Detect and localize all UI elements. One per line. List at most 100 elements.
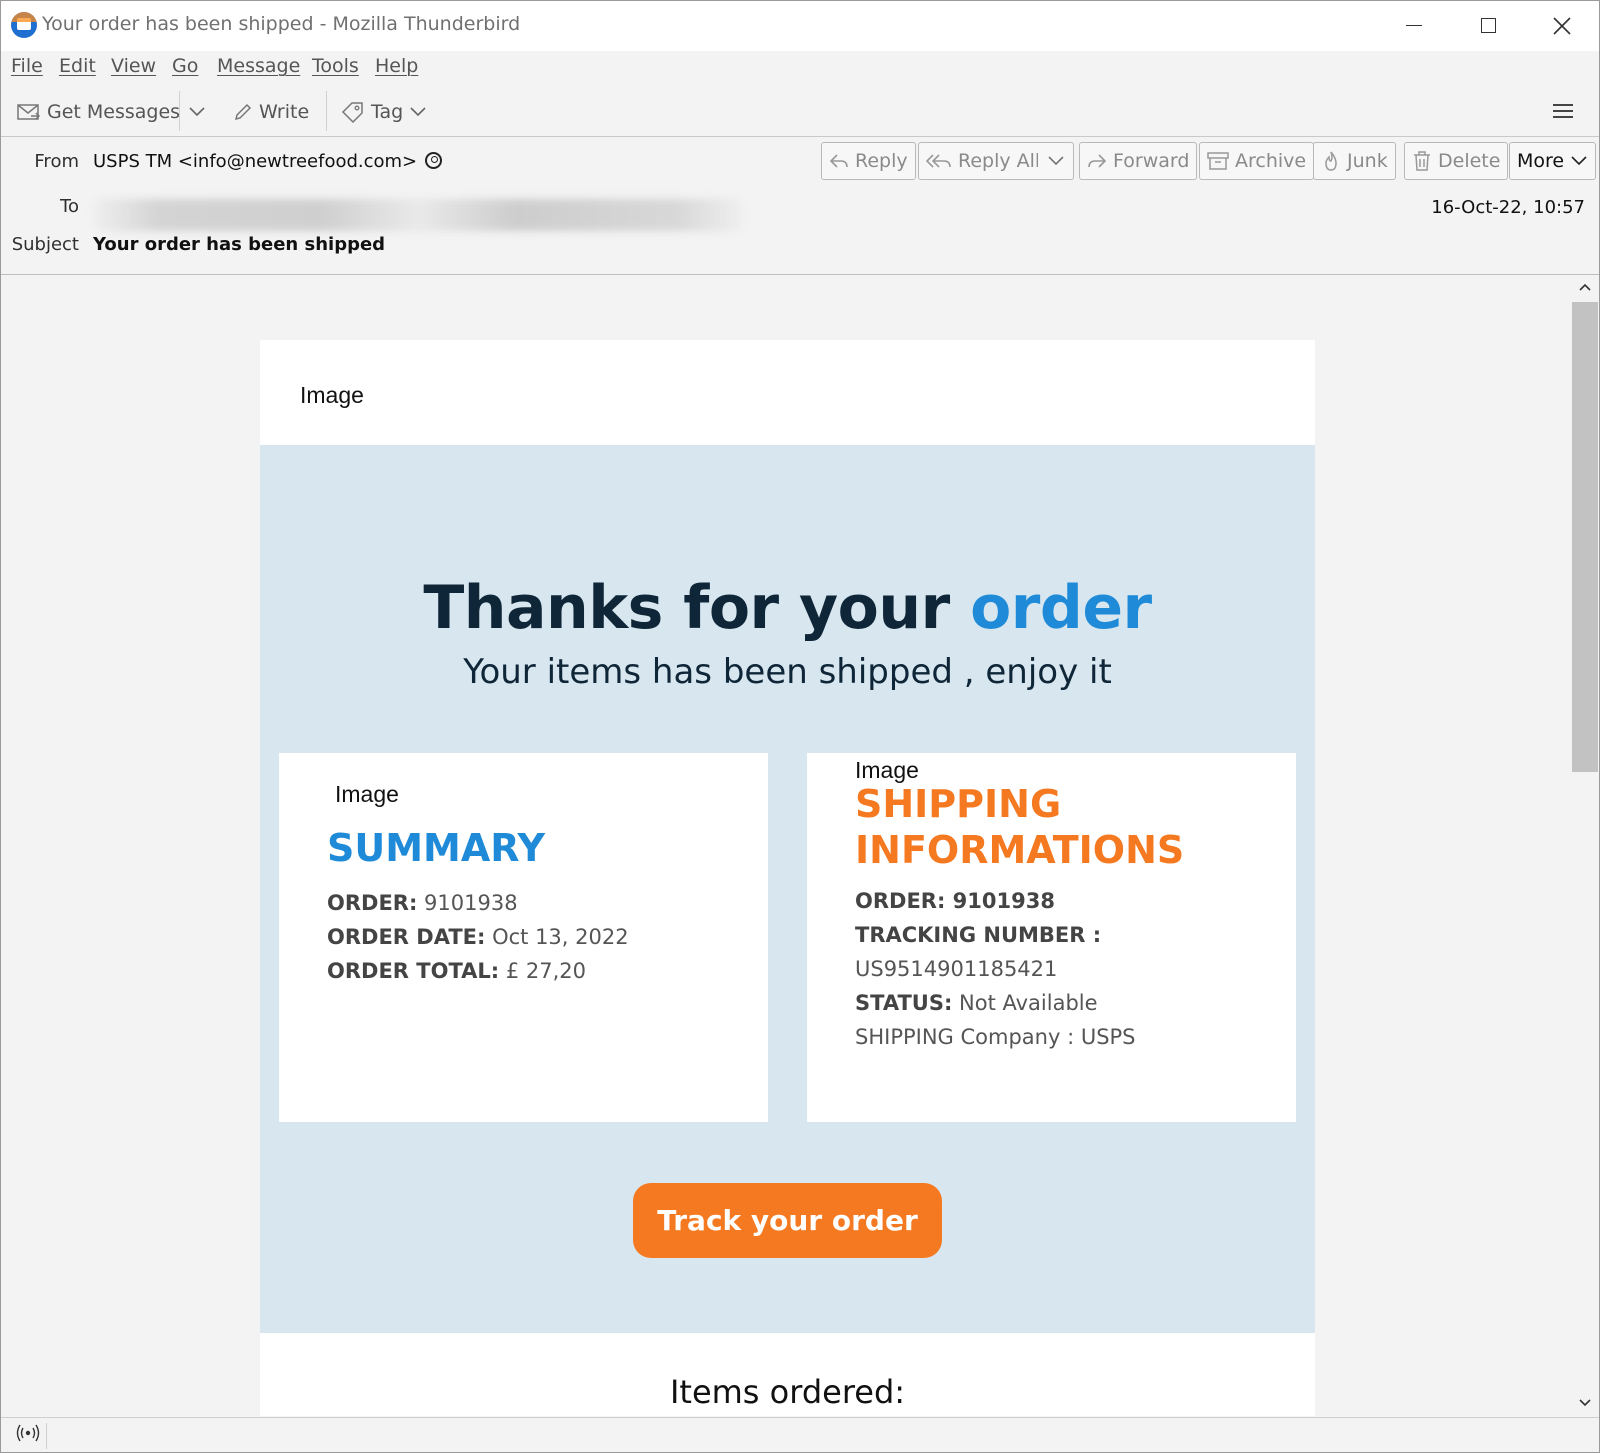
reply-all-dropdown[interactable] xyxy=(1038,142,1074,180)
archive-button[interactable]: Archive xyxy=(1199,142,1315,180)
order-label: ORDER: xyxy=(327,891,418,915)
subject-label: Subject xyxy=(11,234,79,255)
chevron-down-icon xyxy=(1571,156,1587,166)
app-menu-button[interactable] xyxy=(1553,101,1573,119)
online-status-icon[interactable] xyxy=(9,1423,47,1449)
summary-order-date-line: ORDER DATE: Oct 13, 2022 xyxy=(327,925,629,949)
close-icon xyxy=(1553,17,1571,35)
archive-icon xyxy=(1207,152,1229,170)
hero-subtitle: Your items has been shipped , enjoy it xyxy=(463,652,1112,692)
main-toolbar: Get Messages Write Tag xyxy=(1,87,1599,137)
title-bar: Your order has been shipped - Mozilla Th… xyxy=(1,1,1599,51)
chevron-down-icon xyxy=(189,107,205,117)
message-date: 16-Oct-22, 10:57 xyxy=(1431,197,1585,218)
to-label: To xyxy=(60,196,79,217)
message-body: Image Thanks for your order Your items h… xyxy=(1,276,1571,1416)
get-messages-label: Get Messages xyxy=(47,101,181,123)
scroll-down-arrow-icon[interactable] xyxy=(1571,1392,1599,1416)
order-total-value: £ 27,20 xyxy=(499,959,587,983)
chevron-down-icon xyxy=(1579,1399,1591,1407)
reply-all-icon xyxy=(926,154,951,168)
contact-icon[interactable] xyxy=(425,152,443,169)
chevron-down-icon xyxy=(1047,156,1064,166)
hamburger-icon xyxy=(1553,104,1573,106)
reply-all-label: Reply All xyxy=(958,150,1041,172)
menu-help[interactable]: Help xyxy=(375,55,418,77)
shipping-image-placeholder: Image xyxy=(855,757,919,783)
write-button[interactable]: Write xyxy=(233,95,309,129)
shipping-heading-line2: INFORMATIONS xyxy=(855,828,1185,872)
minimize-icon xyxy=(1406,25,1422,26)
scroll-thumb[interactable] xyxy=(1572,302,1598,772)
junk-label: Junk xyxy=(1347,150,1388,172)
email-header-section: Image xyxy=(260,340,1315,445)
status-label: STATUS: xyxy=(855,991,953,1015)
order-value: 9101938 xyxy=(417,891,518,915)
subject-value: Your order has been shipped xyxy=(93,234,386,255)
tracking-number-label: TRACKING NUMBER : xyxy=(855,923,1102,947)
status-value: Not Available xyxy=(952,991,1098,1015)
tracking-label-line: TRACKING NUMBER : xyxy=(855,923,1101,947)
shipping-card: Image SHIPPING INFORMATIONS ORDER: 91019… xyxy=(807,753,1296,1122)
menu-tools[interactable]: Tools xyxy=(312,55,359,77)
tag-icon xyxy=(341,102,363,123)
maximize-button[interactable] xyxy=(1473,11,1503,41)
menu-view[interactable]: View xyxy=(111,55,156,77)
vertical-scrollbar[interactable] xyxy=(1571,276,1599,1416)
toolbar-separator xyxy=(179,91,180,131)
shipping-heading-line1: SHIPPING xyxy=(855,782,1062,826)
redacted-recipient xyxy=(93,199,743,231)
menu-bar: File Edit View Go Message Tools Help xyxy=(1,51,1599,87)
items-ordered-section: Items ordered: xyxy=(260,1333,1315,1416)
delete-label: Delete xyxy=(1438,150,1501,172)
get-messages-button[interactable]: Get Messages xyxy=(17,95,180,129)
summary-card: Image SUMMARY ORDER: 9101938 ORDER DATE:… xyxy=(279,753,768,1122)
more-button[interactable]: More xyxy=(1509,142,1597,180)
summary-order-total-line: ORDER TOTAL: £ 27,20 xyxy=(327,959,586,983)
menu-message[interactable]: Message xyxy=(217,55,300,77)
hero-title-text: Thanks for your xyxy=(423,573,971,643)
track-order-button[interactable]: Track your order xyxy=(633,1183,942,1258)
summary-image-placeholder: Image xyxy=(335,781,399,807)
status-line: STATUS: Not Available xyxy=(855,991,1098,1015)
forward-label: Forward xyxy=(1113,150,1190,172)
scroll-up-arrow-icon[interactable] xyxy=(1571,276,1599,300)
hero-title-accent: order xyxy=(970,573,1152,643)
trash-icon xyxy=(1414,151,1430,171)
status-bar xyxy=(1,1417,1599,1452)
delete-button[interactable]: Delete xyxy=(1404,142,1509,180)
sender-address[interactable]: USPS TM <info@newtreefood.com> xyxy=(93,151,417,172)
from-value[interactable]: USPS TM <info@newtreefood.com> xyxy=(93,151,443,172)
forward-button[interactable]: Forward xyxy=(1079,142,1198,180)
summary-heading: SUMMARY xyxy=(327,826,545,870)
hero-section: Thanks for your order Your items has bee… xyxy=(260,445,1315,1333)
chevron-up-icon xyxy=(1579,283,1591,291)
shipping-company-line: SHIPPING Company : USPS xyxy=(855,1025,1136,1049)
window-title: Your order has been shipped - Mozilla Th… xyxy=(42,13,521,35)
write-label: Write xyxy=(259,101,310,123)
reply-label: Reply xyxy=(855,150,908,172)
maximize-icon xyxy=(1481,18,1496,33)
junk-button[interactable]: Junk xyxy=(1313,142,1396,180)
shipping-order-line: ORDER: 9101938 xyxy=(855,889,1055,913)
items-ordered-title: Items ordered: xyxy=(669,1373,906,1411)
get-messages-icon xyxy=(17,104,41,120)
order-date-value: Oct 13, 2022 xyxy=(485,925,629,949)
shipping-order-label: ORDER: 9101938 xyxy=(855,889,1055,913)
tag-button[interactable]: Tag xyxy=(341,95,427,129)
logo-image-placeholder: Image xyxy=(300,382,364,408)
minimize-button[interactable] xyxy=(1399,11,1429,41)
menu-go[interactable]: Go xyxy=(172,55,198,77)
close-button[interactable] xyxy=(1547,11,1577,41)
order-date-label: ORDER DATE: xyxy=(327,925,486,949)
menu-file[interactable]: File xyxy=(11,55,43,77)
message-header: From USPS TM <info@newtreefood.com> To S… xyxy=(1,137,1599,275)
toolbar-separator xyxy=(326,91,327,131)
thunderbird-window: Your order has been shipped - Mozilla Th… xyxy=(0,0,1600,1453)
email-container: Image Thanks for your order Your items h… xyxy=(260,340,1315,1416)
get-messages-dropdown[interactable] xyxy=(188,95,206,129)
from-label: From xyxy=(34,151,79,172)
menu-edit[interactable]: Edit xyxy=(59,55,96,77)
reply-button[interactable]: Reply xyxy=(821,142,916,180)
reply-all-button[interactable]: Reply All xyxy=(918,142,1049,180)
